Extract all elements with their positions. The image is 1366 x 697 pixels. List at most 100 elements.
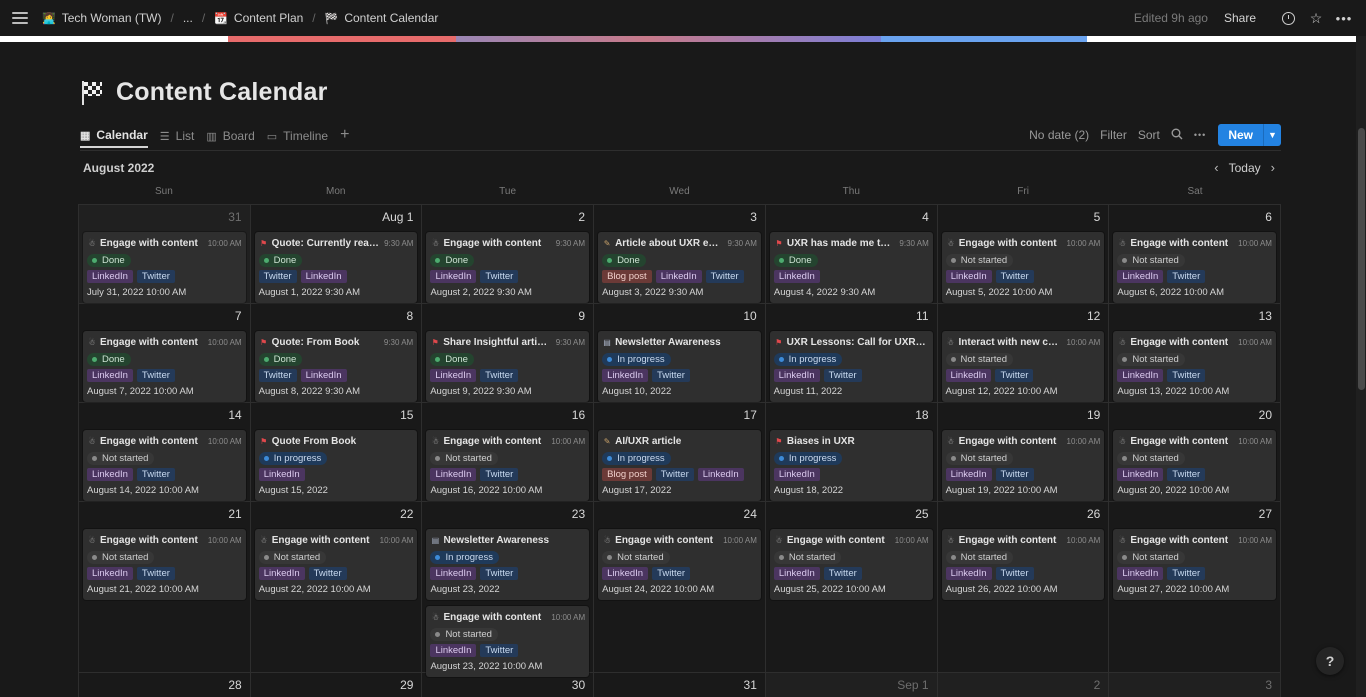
sort-button[interactable]: Sort xyxy=(1138,128,1160,142)
event-card[interactable]: ☃ Engage with content 10:00 AM Not started… xyxy=(254,529,418,600)
filter-button[interactable]: Filter xyxy=(1100,128,1127,142)
chevron-left-icon[interactable]: ‹ xyxy=(1208,160,1224,175)
calendar-day[interactable]: Sep 1 xyxy=(765,673,938,697)
day-number: 5 xyxy=(1093,210,1101,224)
calendar-day[interactable]: 10 ▤ Newsletter Awareness In progress Link… xyxy=(594,304,766,402)
calendar-day[interactable]: 31 xyxy=(594,673,766,697)
event-card[interactable]: ☃ Engage with content 10:00 AM Not started… xyxy=(769,529,933,600)
calendar-day[interactable]: 2 ☃ Engage with content 9:30 AM Done Linked… xyxy=(422,205,595,303)
calendar-day[interactable]: 8 ⚑ Quote: From Book 9:30 AM Done Twitter Li… xyxy=(251,304,423,402)
tab-calendar[interactable]: ▦ Calendar xyxy=(80,124,148,148)
calendar-day[interactable]: 17 ✎ AI/UXR article In progress Blog post T… xyxy=(594,403,766,501)
event-time: 9:30 AM xyxy=(383,337,414,347)
add-view-button[interactable]: + xyxy=(340,124,349,146)
event-card[interactable]: ☃ Engage with content 10:00 AM Not started… xyxy=(1113,232,1276,303)
calendar-day[interactable]: 4 ⚑ UXR has made me to b... 9:30 AM Done Li… xyxy=(766,205,938,303)
calendar-day[interactable]: 31 ☃ Engage with content 10:00 AM Done Link… xyxy=(79,205,251,303)
calendar-day[interactable]: 2 xyxy=(937,673,1110,697)
breadcrumb-content-calendar[interactable]: 🏁 Content Calendar xyxy=(325,11,439,25)
event-card[interactable]: ☃ Interact with new con... 10:00 AM Not st… xyxy=(941,331,1105,402)
calendar-day[interactable]: 23 ▤ Newsletter Awareness In progress Link… xyxy=(422,502,595,677)
event-card[interactable]: ☃ Engage with content 10:00 AM Not started… xyxy=(426,606,590,677)
scrollbar-thumb[interactable] xyxy=(1358,128,1365,390)
calendar-day[interactable]: 26 ☃ Engage with content 10:00 AM Not star… xyxy=(938,502,1110,672)
calendar-day[interactable]: 30 xyxy=(422,673,595,697)
calendar-day[interactable]: 28 xyxy=(79,673,251,697)
new-button[interactable]: New ▼ xyxy=(1218,124,1281,146)
event-card[interactable]: ✎ AI/UXR article In progress Blog post Twit… xyxy=(598,430,761,501)
today-button[interactable]: Today xyxy=(1225,161,1265,175)
calendar-day[interactable]: 20 ☃ Engage with content 10:00 AM Not star… xyxy=(1109,403,1282,501)
calendar-day[interactable]: 21 ☃ Engage with content 10:00 AM Not star… xyxy=(79,502,251,672)
calendar-day[interactable]: 9 ⚑ Share Insightful article... 9:30 AM Do… xyxy=(422,304,595,402)
scrollbar[interactable] xyxy=(1356,36,1366,697)
breadcrumb-ellipsis[interactable]: ... xyxy=(183,11,193,25)
event-card[interactable]: ⚑ Quote: Currently readi... 9:30 AM Done Tw… xyxy=(254,232,418,303)
calendar-day[interactable]: 19 ☃ Engage with content 10:00 AM Not star… xyxy=(938,403,1110,501)
calendar-day[interactable]: 5 ☃ Engage with content 10:00 AM Not start… xyxy=(938,205,1110,303)
event-card[interactable]: ☃ Engage with content 10:00 AM Not started… xyxy=(941,529,1105,600)
event-card[interactable]: ☃ Engage with content 10:00 AM Not started… xyxy=(83,529,246,600)
event-card[interactable]: ☃ Engage with content 10:00 AM Not started… xyxy=(941,430,1105,501)
event-card[interactable]: ☃ Engage with content 10:00 AM Done LinkedI… xyxy=(83,331,246,402)
event-card[interactable]: ☃ Engage with content 10:00 AM Not started… xyxy=(1113,529,1277,600)
event-card[interactable]: ☃ Engage with content 10:00 AM Not started… xyxy=(941,232,1105,303)
view-more-button[interactable]: ••• xyxy=(1194,130,1206,140)
status-dot-icon xyxy=(435,632,441,637)
channel-tag: Twitter xyxy=(655,468,694,481)
calendar-day[interactable]: 12 ☃ Interact with new con... 10:00 AM Not… xyxy=(938,304,1110,402)
tab-list[interactable]: ☰ List xyxy=(160,124,195,148)
breadcrumb-content-plan[interactable]: 📆 Content Plan xyxy=(214,11,303,25)
no-date-button[interactable]: No date (2) xyxy=(1029,128,1089,142)
channel-tag: LinkedIn xyxy=(430,369,477,382)
calendar-day[interactable]: 22 ☃ Engage with content 10:00 AM Not star… xyxy=(251,502,423,672)
event-card[interactable]: ☃ Engage with content 9:30 AM Done LinkedIn… xyxy=(426,232,590,303)
calendar-day[interactable]: Aug 1 ⚑ Quote: Currently readi... 9:30 AM… xyxy=(251,205,423,303)
event-card[interactable]: ⚑ UXR Lessons: Call for UXRs fro... In pr… xyxy=(769,331,933,402)
event-card[interactable]: ✎ Article about UXR edu... 9:30 AM Done Blo… xyxy=(598,232,761,303)
calendar-day[interactable]: 3 ✎ Article about UXR edu... 9:30 AM Done B… xyxy=(594,205,766,303)
page-title[interactable]: Content Calendar xyxy=(116,78,328,107)
calendar-day[interactable]: 25 ☃ Engage with content 10:00 AM Not star… xyxy=(766,502,938,672)
calendar-day[interactable]: 11 ⚑ UXR Lessons: Call for UXRs fro... In… xyxy=(766,304,938,402)
calendar-day[interactable]: 6 ☃ Engage with content 10:00 AM Not start… xyxy=(1109,205,1281,303)
event-card[interactable]: ▤ Newsletter Awareness In progress LinkedI… xyxy=(426,529,590,600)
event-card[interactable]: ☃ Engage with content 10:00 AM Not started… xyxy=(598,529,761,600)
person-icon: ☃ xyxy=(431,436,440,446)
favorite-button[interactable]: ☆ xyxy=(1306,8,1326,28)
calendar-day[interactable]: 16 ☃ Engage with content 10:00 AM Not star… xyxy=(422,403,595,501)
event-card[interactable]: ☃ Engage with content 10:00 AM Not started… xyxy=(426,430,590,501)
help-button[interactable]: ? xyxy=(1316,647,1344,675)
event-card-header: ✎ Article about UXR edu... 9:30 AM xyxy=(602,236,757,250)
event-card[interactable]: ⚑ Quote: From Book 9:30 AM Done Twitter Link… xyxy=(254,331,418,402)
tab-timeline[interactable]: ▭ Timeline xyxy=(267,124,328,148)
share-button[interactable]: Share xyxy=(1224,11,1256,25)
calendar-day[interactable]: 27 ☃ Engage with content 10:00 AM Not star… xyxy=(1109,502,1282,672)
event-card[interactable]: ⚑ Share Insightful article... 9:30 AM Done… xyxy=(426,331,590,402)
calendar-day[interactable]: 14 ☃ Engage with content 10:00 AM Not star… xyxy=(79,403,251,501)
event-card[interactable]: ☃ Engage with content 10:00 AM Done LinkedI… xyxy=(83,232,246,303)
event-card[interactable]: ☃ Engage with content 10:00 AM Not started… xyxy=(1113,331,1276,402)
search-icon[interactable] xyxy=(1171,128,1183,143)
sidebar-toggle-icon[interactable] xyxy=(12,12,28,24)
event-card[interactable]: ⚑ Quote From Book In progress LinkedIn Augu… xyxy=(254,430,418,501)
calendar-day[interactable]: 15 ⚑ Quote From Book In progress LinkedIn A… xyxy=(251,403,423,501)
event-card[interactable]: ⚑ Biases in UXR In progress LinkedIn August… xyxy=(769,430,933,501)
chevron-down-icon[interactable]: ▼ xyxy=(1263,124,1281,146)
calendar-day[interactable]: 18 ⚑ Biases in UXR In progress LinkedIn Aug… xyxy=(766,403,938,501)
channel-tag: Twitter xyxy=(1167,567,1206,580)
event-card[interactable]: ▤ Newsletter Awareness In progress LinkedI… xyxy=(598,331,761,402)
event-card[interactable]: ☃ Engage with content 10:00 AM Not started… xyxy=(1113,430,1277,501)
chevron-right-icon[interactable]: › xyxy=(1265,160,1281,175)
more-options-button[interactable]: ••• xyxy=(1334,8,1354,28)
event-card[interactable]: ☃ Engage with content 10:00 AM Not started… xyxy=(83,430,246,501)
breadcrumb-workspace[interactable]: 👩‍💻 Tech Woman (TW) xyxy=(42,11,162,25)
calendar-day[interactable]: 24 ☃ Engage with content 10:00 AM Not star… xyxy=(594,502,766,672)
event-card[interactable]: ⚑ UXR has made me to b... 9:30 AM Done Link… xyxy=(769,232,933,303)
updates-button[interactable] xyxy=(1278,8,1298,28)
calendar-day[interactable]: 7 ☃ Engage with content 10:00 AM Done Linke… xyxy=(79,304,251,402)
calendar-day[interactable]: 13 ☃ Engage with content 10:00 AM Not star… xyxy=(1109,304,1281,402)
calendar-day[interactable]: 3 xyxy=(1109,673,1282,697)
calendar-day[interactable]: 29 xyxy=(251,673,423,697)
tab-board[interactable]: ▥ Board xyxy=(206,124,254,148)
